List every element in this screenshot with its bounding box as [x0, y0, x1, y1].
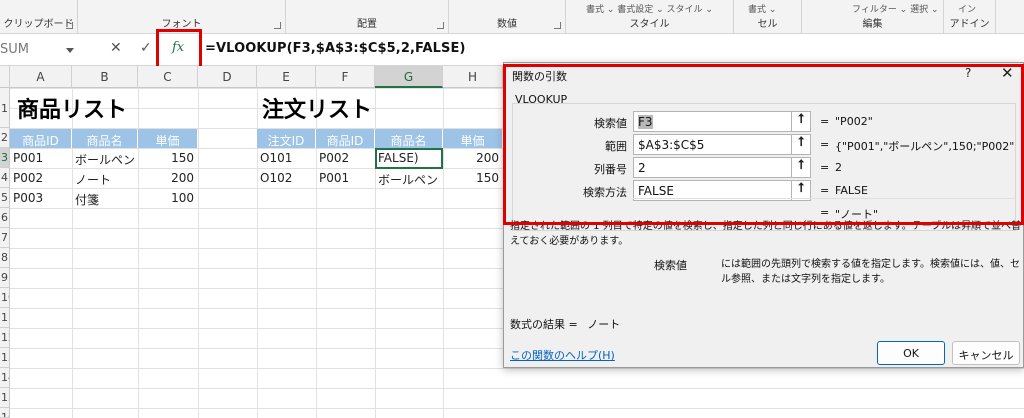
- column-header-c[interactable]: C: [138, 66, 198, 88]
- dialog-launcher-icon[interactable]: [274, 22, 281, 29]
- row-header[interactable]: 10: [0, 288, 10, 308]
- ribbon-group-label: スタイル: [629, 19, 670, 30]
- addins-command[interactable]: イン: [958, 2, 976, 15]
- chevron-down-icon[interactable]: [66, 48, 74, 53]
- column-header-g[interactable]: G: [375, 66, 443, 88]
- row-header[interactable]: 4: [0, 168, 10, 188]
- cancel-button[interactable]: キャンセル: [952, 341, 1020, 365]
- table-cell[interactable]: P003: [10, 188, 72, 208]
- ribbon-group-label: アドイン: [949, 19, 990, 30]
- column-header-d[interactable]: D: [198, 66, 257, 88]
- row-header[interactable]: 12: [0, 328, 10, 348]
- table-cell[interactable]: 200: [138, 168, 198, 188]
- ribbon-group-styles: 書式 ⌄ 書式設定 ⌄ スタイル ⌄ スタイル: [566, 0, 734, 34]
- table-cell[interactable]: O101: [257, 148, 316, 168]
- product-header-price[interactable]: 単価: [138, 129, 198, 148]
- row-header[interactable]: 5: [0, 188, 10, 208]
- cancel-icon[interactable]: ✕: [110, 40, 122, 56]
- current-arg-description: には範囲の先頭列で検索する値を指定します。検索値には、値、セル参照、または文字列…: [721, 259, 1020, 285]
- order-header-product-id[interactable]: 商品ID: [316, 129, 375, 148]
- product-header-id[interactable]: 商品ID: [10, 129, 72, 148]
- table-cell[interactable]: 150: [138, 148, 198, 168]
- table-cell[interactable]: ボールペン: [375, 168, 443, 188]
- arguments-highlight-box: [503, 64, 1024, 225]
- ribbon: クリップボード フォント 配置 数値 書式 ⌄ 書式設定 ⌄ スタイル ⌄ スタ…: [0, 0, 1024, 34]
- ribbon-group-number: 数値: [449, 0, 566, 34]
- ok-button[interactable]: OK: [877, 341, 945, 365]
- table-cell[interactable]: P001: [316, 168, 375, 188]
- row-header[interactable]: 15: [0, 388, 10, 408]
- ribbon-group-cells: 書式 ⌄ セル: [734, 0, 802, 34]
- ribbon-group-label: 数値: [497, 19, 517, 30]
- row-header[interactable]: 14: [0, 368, 10, 388]
- row-header[interactable]: 13: [0, 348, 10, 368]
- ribbon-group-label: 配置: [357, 19, 377, 30]
- order-list-title: 注文リスト: [262, 98, 373, 123]
- table-cell[interactable]: ボールペン: [72, 148, 138, 168]
- order-header-price[interactable]: 単価: [443, 129, 503, 148]
- table-cell[interactable]: P002: [316, 148, 375, 168]
- formula-result-value: ノート: [587, 318, 621, 331]
- ribbon-group-clipboard: クリップボード: [0, 0, 78, 34]
- ribbon-group-label: セル: [757, 19, 778, 30]
- formula-result-label: 数式の結果 =: [510, 318, 578, 331]
- dialog-launcher-icon[interactable]: [66, 22, 73, 29]
- dialog-launcher-icon[interactable]: [437, 22, 444, 29]
- column-header-e[interactable]: E: [257, 66, 316, 88]
- dialog-launcher-icon[interactable]: [554, 22, 561, 29]
- row-header[interactable]: 1: [0, 88, 10, 128]
- column-header-b[interactable]: B: [72, 66, 138, 88]
- name-box[interactable]: SUM: [0, 39, 80, 61]
- row-header[interactable]: 11: [0, 308, 10, 328]
- table-cell[interactable]: P001: [10, 148, 72, 168]
- table-cell[interactable]: 付箋: [72, 188, 138, 208]
- table-cell[interactable]: P002: [10, 168, 72, 188]
- column-header-h[interactable]: H: [443, 66, 503, 88]
- ribbon-group-addins: イン アドイン: [944, 0, 996, 34]
- active-cell-border: [375, 148, 443, 169]
- ribbon-group-label: 編集: [862, 19, 883, 30]
- function-help-link[interactable]: この関数のヘルプ(H): [510, 347, 615, 363]
- order-header-product-name[interactable]: 商品名: [375, 129, 443, 148]
- ribbon-group-editing: フィルター ⌄ 選択 ⌄ 編集: [802, 0, 944, 34]
- ribbon-group-alignment: 配置: [286, 0, 449, 34]
- table-cell[interactable]: 200: [443, 148, 503, 168]
- table-cell[interactable]: 100: [138, 188, 198, 208]
- cells-commands[interactable]: 書式 ⌄: [748, 2, 776, 15]
- table-cell[interactable]: O102: [257, 168, 316, 188]
- row-header[interactable]: 8: [0, 248, 10, 268]
- formula-input[interactable]: =VLOOKUP(F3,$A$3:$C$5,2,FALSE): [205, 41, 466, 56]
- select-all-corner[interactable]: [0, 66, 10, 88]
- editing-commands[interactable]: フィルター ⌄ 選択 ⌄: [852, 2, 939, 15]
- ribbon-group-label: フォント: [161, 19, 202, 30]
- formula-result: 数式の結果 = ノート: [510, 316, 620, 332]
- gridline: [198, 88, 199, 418]
- current-arg-name: 検索値: [654, 259, 687, 272]
- row-header[interactable]: 6: [0, 208, 10, 228]
- row-header[interactable]: 7: [0, 228, 10, 248]
- row-header[interactable]: 9: [0, 268, 10, 288]
- row-header[interactable]: 16: [0, 408, 10, 418]
- row-header[interactable]: 3: [0, 148, 10, 168]
- column-header-f[interactable]: F: [316, 66, 375, 88]
- name-box-value: SUM: [0, 42, 29, 57]
- table-cell[interactable]: 150: [443, 168, 503, 188]
- column-header-a[interactable]: A: [10, 66, 72, 88]
- styles-commands[interactable]: 書式 ⌄ 書式設定 ⌄ スタイル ⌄: [586, 2, 713, 15]
- product-list-title: 商品リスト: [17, 98, 128, 123]
- order-header-id[interactable]: 注文ID: [257, 129, 316, 148]
- row-header[interactable]: 2: [0, 128, 10, 148]
- fx-highlight-box: [156, 29, 202, 71]
- product-header-name[interactable]: 商品名: [72, 129, 138, 148]
- table-cell[interactable]: ノート: [72, 168, 138, 188]
- enter-icon[interactable]: ✓: [140, 40, 152, 56]
